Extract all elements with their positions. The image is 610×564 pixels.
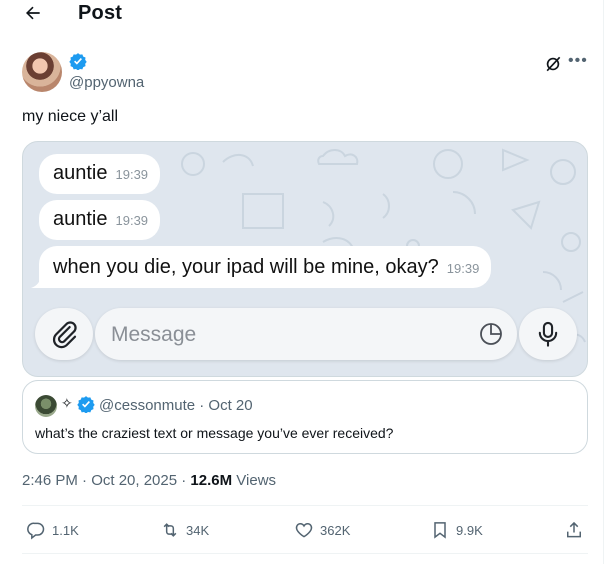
quote-text: what’s the craziest text or message you’… (35, 425, 394, 441)
message-placeholder: Message (111, 323, 197, 346)
microphone-icon (538, 321, 558, 347)
like-count: 362K (320, 522, 351, 538)
share-button[interactable] (564, 520, 590, 540)
author-row: @ppyowna ••• (22, 52, 592, 94)
avatar[interactable] (22, 52, 62, 92)
back-button[interactable] (22, 2, 44, 24)
post-timestamp: 2:46 PM · Oct 20, 2025 · 12.6M Views (22, 472, 276, 489)
grok-icon[interactable] (543, 54, 563, 74)
repost-count: 34K (186, 522, 210, 538)
message-text: auntie (53, 208, 108, 230)
arrow-left-icon (26, 6, 40, 20)
timestamp-text[interactable]: 2:46 PM · Oct 20, 2025 · (22, 472, 190, 489)
message-time: 19:39 (115, 167, 149, 182)
bookmark-count: 9.9K (456, 522, 483, 538)
header: Post (0, 0, 604, 30)
quote-meta: @cessonmute · Oct 20 (99, 397, 253, 414)
reply-icon (27, 522, 45, 540)
verified-badge-icon (69, 53, 87, 70)
message-input[interactable]: Message (95, 308, 517, 360)
page-title: Post (78, 2, 123, 24)
microphone-button[interactable] (519, 308, 577, 360)
paperclip-icon (52, 321, 77, 349)
quoted-post[interactable]: ✧ @cessonmute · Oct 20 what’s the crazie… (22, 380, 588, 454)
reply-button[interactable]: 1.1K (26, 520, 79, 540)
views-count: 12.6M (190, 472, 233, 489)
attach-button[interactable] (35, 308, 93, 360)
views-label: Views (232, 472, 277, 489)
sparkle-icon: ✧ (61, 395, 73, 411)
heart-icon (295, 522, 313, 538)
message-time: 19:39 (115, 213, 149, 228)
message-text: auntie (53, 162, 108, 184)
message-bubble: auntie 19:39 (39, 154, 161, 194)
divider (22, 553, 588, 554)
share-icon (567, 521, 581, 538)
message-text: when you die, your ipad will be mine, ok… (53, 256, 439, 278)
like-button[interactable]: 362K (294, 520, 350, 540)
sticker-icon[interactable] (479, 322, 503, 346)
repost-button[interactable]: 34K (160, 520, 209, 540)
bookmark-button[interactable]: 9.9K (430, 520, 483, 540)
verified-badge-icon (77, 396, 95, 413)
post-text: my niece y’all (22, 108, 119, 125)
author-handle[interactable]: @ppyowna (69, 74, 144, 91)
repost-icon (163, 523, 177, 537)
message-bubble: auntie 19:39 (39, 200, 161, 240)
message-time: 19:39 (446, 261, 480, 276)
action-bar: 1.1K 34K 362K 9.9K (22, 516, 588, 546)
reply-count: 1.1K (52, 522, 79, 538)
message-bubble: when you die, your ipad will be mine, ok… (39, 246, 492, 288)
more-options-icon[interactable]: ••• (568, 52, 590, 72)
quote-avatar[interactable] (35, 395, 57, 417)
post-media-image[interactable]: auntie 19:39 auntie 19:39 when you die, … (22, 141, 588, 377)
divider (22, 505, 588, 506)
bookmark-icon (434, 522, 446, 539)
